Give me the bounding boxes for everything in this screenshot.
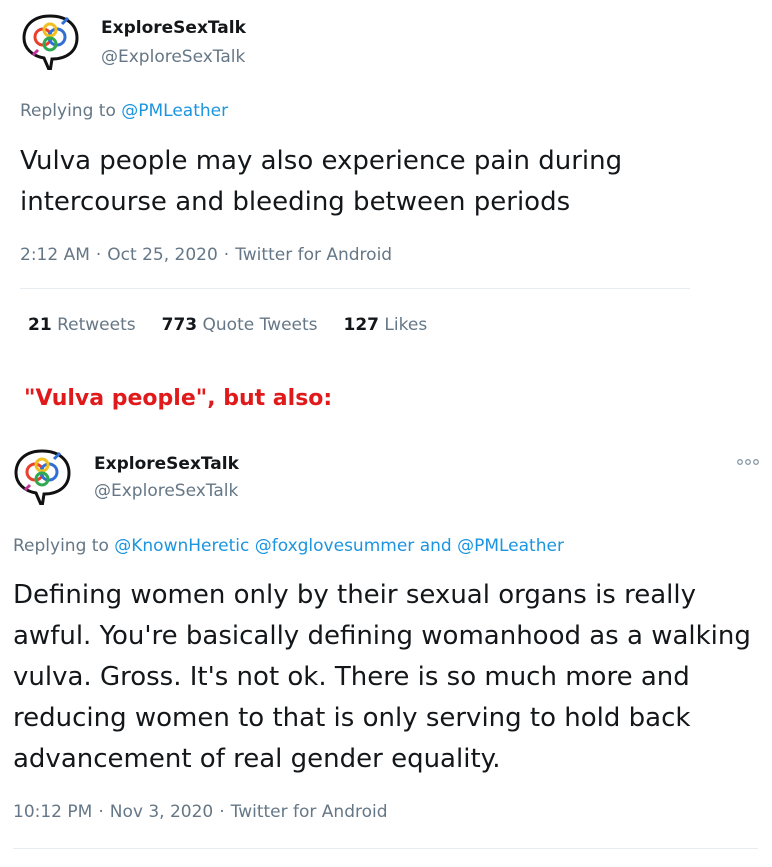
meta-separator: · — [98, 802, 104, 822]
engagement-stats: 21 Retweets 773 Quote Tweets 127 Likes — [28, 315, 453, 335]
avatar[interactable] — [20, 10, 80, 70]
meta-separator: · — [219, 802, 225, 822]
user-handle[interactable]: @ExploreSexTalk — [94, 481, 238, 501]
tweet-text: Vulva people may also experience pain du… — [20, 146, 623, 217]
quote-tweets-stat[interactable]: 773 Quote Tweets — [162, 315, 318, 335]
meta-separator: · — [95, 245, 102, 265]
ellipsis-icon[interactable] — [736, 458, 760, 466]
replying-prefix: Replying to — [13, 536, 109, 556]
meta-separator: · — [223, 245, 230, 265]
reply-mention-link[interactable]: @foxglovesummer — [255, 536, 415, 556]
tweet-metadata: 10:12 PM · Nov 3, 2020 · Twitter for Android — [13, 802, 388, 822]
replying-to: Replying to @PMLeather — [20, 101, 228, 121]
tweet-time[interactable]: 2:12 AM — [20, 245, 90, 265]
caption-text: "Vulva people", but also: — [24, 386, 333, 411]
tweet-time[interactable]: 10:12 PM — [13, 802, 92, 822]
reply-mention-and: and — [419, 536, 452, 556]
tweet-date[interactable]: Nov 3, 2020 — [110, 802, 213, 822]
user-handle[interactable]: @ExploreSexTalk — [101, 47, 245, 67]
divider — [13, 848, 758, 849]
tweet-source[interactable]: Twitter for Android — [231, 802, 388, 822]
display-name[interactable]: ExploreSexTalk — [101, 18, 246, 38]
replying-to: Replying to @KnownHeretic @foxglovesumme… — [13, 536, 564, 556]
reply-mention-link[interactable]: @PMLeather — [121, 101, 228, 121]
avatar[interactable] — [12, 445, 72, 505]
replying-prefix: Replying to — [20, 101, 116, 121]
tweet-source[interactable]: Twitter for Android — [235, 245, 392, 265]
reply-mention-link[interactable]: @KnownHeretic — [114, 536, 249, 556]
retweets-stat[interactable]: 21 Retweets — [28, 315, 136, 335]
tweet-text: Defining women only by their sexual orga… — [13, 580, 751, 774]
divider — [20, 288, 690, 289]
reply-mention-link[interactable]: @PMLeather — [457, 536, 564, 556]
tweet-metadata: 2:12 AM · Oct 25, 2020 · Twitter for Android — [20, 245, 392, 265]
tweet-date[interactable]: Oct 25, 2020 — [107, 245, 218, 265]
display-name[interactable]: ExploreSexTalk — [94, 454, 239, 474]
likes-stat[interactable]: 127 Likes — [344, 315, 428, 335]
